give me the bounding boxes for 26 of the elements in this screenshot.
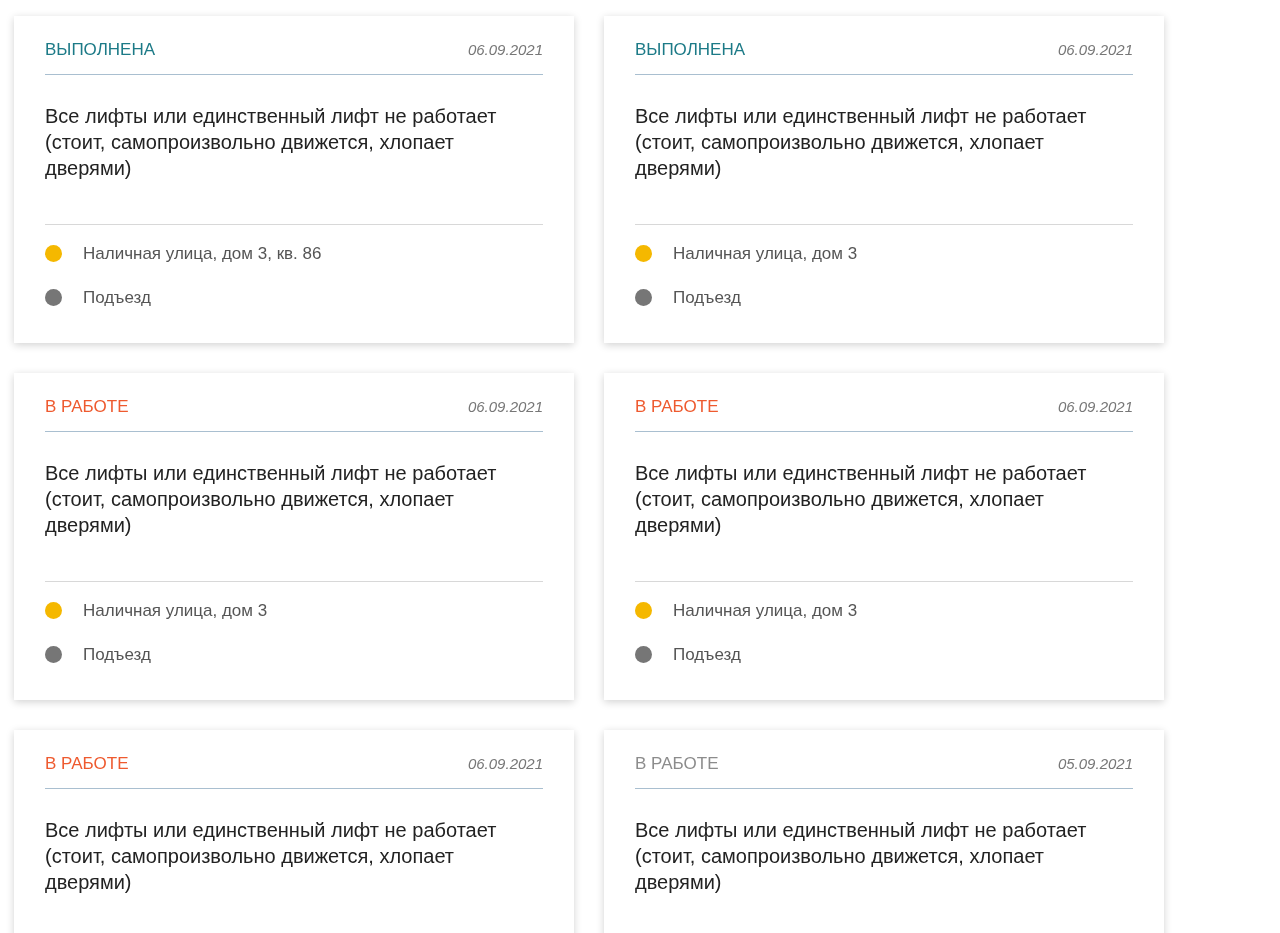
location-text: Наличная улица, дом 3 xyxy=(673,242,858,265)
status-label: ВЫПОЛНЕНА xyxy=(45,39,156,61)
request-description: Все лифты или единственный лифт не работает (стоит, самопроизвольно движется, хлопает дверями) xyxy=(635,103,1088,181)
location-text: Подъезд xyxy=(83,644,151,666)
request-description: Все лифты или единственный лифт не работает (стоит, самопроизвольно движется, хлопает дверями) xyxy=(45,103,498,181)
location-text: Подъезд xyxy=(83,287,151,309)
request-description: Все лифты или единственный лифт не работает (стоит, самопроизвольно движется, хлопает дверями) xyxy=(635,460,1088,538)
request-date: 06.09.2021 xyxy=(467,753,543,774)
location-text: Наличная улица, дом 3 xyxy=(673,599,858,622)
request-date: 05.09.2021 xyxy=(1057,753,1133,774)
request-date: 06.09.2021 xyxy=(1057,39,1133,60)
location-text: Подъезд xyxy=(673,287,741,309)
location-text: Наличная улица, дом 3 xyxy=(83,599,268,622)
request-date: 06.09.2021 xyxy=(1057,396,1133,417)
request-date: 06.09.2021 xyxy=(467,396,543,417)
status-label: В РАБОТЕ xyxy=(45,396,129,418)
location-text: Подъезд xyxy=(673,644,741,666)
request-description: Все лифты или единственный лифт не работает (стоит, самопроизвольно движется, хлопает дверями) xyxy=(635,817,1088,895)
status-label: В РАБОТЕ xyxy=(45,753,129,775)
request-description: Все лифты или единственный лифт не работает (стоит, самопроизвольно движется, хлопает дверями) xyxy=(45,460,498,538)
status-label: В РАБОТЕ xyxy=(635,396,719,418)
location-text: Наличная улица, дом 3, кв. 86 xyxy=(83,242,322,265)
status-label: ВЫПОЛНЕНА xyxy=(635,39,746,61)
status-label: В РАБОТЕ xyxy=(635,753,719,775)
request-description: Все лифты или единственный лифт не работает (стоит, самопроизвольно движется, хлопает дверями) xyxy=(45,817,498,895)
request-date: 06.09.2021 xyxy=(467,39,543,60)
